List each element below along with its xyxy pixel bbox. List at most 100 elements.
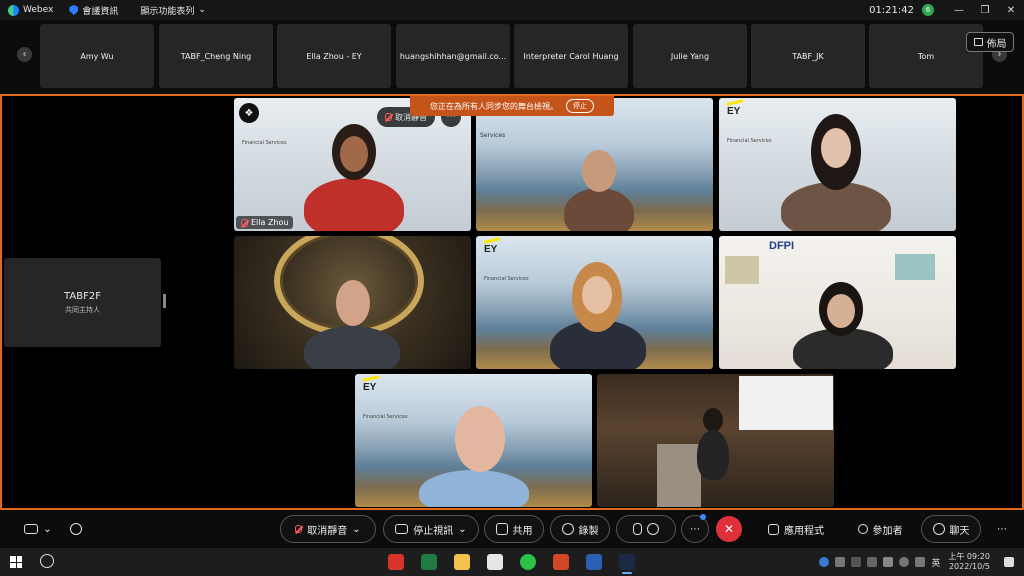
video-tile-participant-2[interactable]: Services (476, 98, 713, 231)
meeting-info-button[interactable]: 會議資訊 (69, 4, 118, 17)
person-head (703, 408, 723, 432)
person-face (340, 136, 368, 172)
taskbar: 英 上午 09:20 2022/10/5 (0, 548, 1024, 576)
camera-icon[interactable] (867, 557, 878, 567)
webex-app-icon[interactable] (619, 554, 635, 574)
help-icon[interactable] (819, 557, 830, 567)
pin-icon[interactable]: ❖ (239, 103, 259, 123)
video-tile-participant-8[interactable] (597, 374, 834, 507)
close-icon: ✕ (723, 522, 735, 536)
show-menu-bar-label: 顯示功能表列 (140, 6, 195, 17)
chat-button[interactable]: 聊天 (921, 515, 981, 543)
video-tile-participant-4[interactable] (234, 236, 471, 369)
close-icon[interactable]: ✕ (998, 0, 1024, 20)
control-bar: ⌄ 取消靜音 ⌄ 停止視訊 ⌄ 共用 錄製 ⋯ ✕ 應用程式 參加者 聊天 ⋯ (0, 510, 1024, 548)
person-head (455, 406, 505, 472)
wifi-icon[interactable] (899, 557, 910, 567)
name-tag-label: Ella Zhou (251, 218, 289, 227)
video-tile-participant-5[interactable]: EY Financial Services (476, 236, 713, 369)
video-tile-ella-zhou[interactable]: ❖ Financial Services Ella Zhou (234, 98, 471, 231)
services-label: Services (480, 132, 506, 139)
captions-button[interactable]: ⌄ (18, 515, 58, 543)
overflow-button[interactable]: ⋯ (992, 515, 1012, 543)
video-tile-participant-3[interactable]: EY Financial Services (719, 98, 956, 231)
microphone-icon[interactable] (851, 557, 862, 567)
share-label: 共用 (512, 525, 533, 537)
host-tile[interactable]: TABF2F 共同主持人 (4, 258, 161, 347)
line-app-icon[interactable] (520, 554, 536, 570)
clock[interactable]: 上午 09:20 2022/10/5 (948, 552, 990, 572)
participant-name: Julie Yang (670, 51, 710, 61)
more-icon: ⋯ (690, 523, 700, 535)
volume-icon[interactable] (915, 557, 926, 567)
word-app-icon[interactable] (586, 554, 602, 570)
excel-app-icon[interactable] (421, 554, 437, 570)
end-call-button[interactable]: ✕ (716, 516, 742, 542)
name-tag: Ella Zhou (236, 216, 294, 229)
show-menu-bar-button[interactable]: 顯示功能表列 ⌄ (140, 4, 206, 17)
apps-grid-icon (768, 523, 779, 535)
stop-video-button[interactable]: 停止視訊 ⌄ (383, 515, 479, 543)
video-tile-participant-6[interactable]: DFPI (719, 236, 956, 369)
sync-stage-banner: 您正在為所有人同步您的舞台檢視。 停止 (410, 96, 614, 116)
system-tray: 英 上午 09:20 2022/10/5 (819, 548, 1024, 576)
unmute-button[interactable]: 取消靜音 ⌄ (280, 515, 376, 543)
strip-prev-icon[interactable]: ‹ (17, 47, 32, 62)
status-badge: 6 (922, 4, 934, 16)
paint-app-icon[interactable] (388, 554, 404, 570)
apps-button[interactable]: 應用程式 (760, 515, 832, 543)
ey-tagline: Financial Services (242, 140, 287, 146)
file-explorer-icon[interactable] (454, 554, 470, 570)
globe-button[interactable] (64, 515, 88, 543)
clock-date: 2022/10/5 (948, 562, 990, 571)
layout-label: 佈局 (986, 38, 1007, 50)
chevron-down-icon: ⌄ (198, 5, 206, 15)
globe-icon (70, 523, 82, 535)
participants-label: 參加者 (872, 525, 903, 537)
meeting-timer: 01:21:42 (869, 4, 914, 16)
chat-bubble-icon (932, 523, 945, 535)
search-icon[interactable] (40, 554, 54, 568)
participant-card[interactable]: Ella Zhou - EY (277, 24, 391, 88)
notification-icon[interactable] (1004, 557, 1014, 567)
powerpoint-app-icon[interactable] (553, 554, 569, 570)
stop-sync-button[interactable]: 停止 (566, 99, 594, 113)
record-button[interactable]: 錄製 (550, 515, 610, 543)
ey-logo: EY (484, 244, 498, 255)
participant-card[interactable]: TABF_Cheng Ning (159, 24, 273, 88)
participants-button[interactable]: 參加者 (848, 515, 912, 543)
ey-logo: EY (727, 106, 741, 117)
meeting-info-label: 會議資訊 (82, 6, 119, 17)
reactions-button[interactable] (616, 515, 676, 543)
resize-handle[interactable] (163, 294, 166, 308)
participant-card[interactable]: Interpreter Carol Huang (514, 24, 628, 88)
minimize-icon[interactable]: — (946, 0, 972, 20)
windows-start-icon[interactable] (10, 556, 22, 568)
chat-label: 聊天 (949, 525, 970, 537)
record-label: 錄製 (578, 525, 599, 537)
participant-name: Ella Zhou - EY (306, 51, 362, 61)
restore-icon[interactable]: ❐ (972, 0, 998, 20)
participant-card[interactable]: huangshihhan@gmail.co... (396, 24, 510, 88)
app-title: Webex (8, 4, 53, 16)
participant-card[interactable]: Julie Yang (633, 24, 747, 88)
apps-label: 應用程式 (784, 525, 824, 537)
battery-icon[interactable] (883, 557, 894, 567)
participant-card[interactable]: TABF_JK (751, 24, 865, 88)
video-camera-icon (395, 524, 409, 534)
person-body (304, 326, 400, 369)
share-button[interactable]: 共用 (484, 515, 544, 543)
mic-muted-icon (385, 113, 392, 121)
share-icon (495, 523, 508, 535)
video-tile-participant-7[interactable]: EY Financial Services (355, 374, 592, 507)
unmute-label: 取消靜音 (307, 525, 348, 537)
ey-logo: EY (363, 382, 377, 393)
notification-dot (700, 514, 706, 520)
ime-indicator[interactable]: 英 (931, 556, 940, 569)
cloud-icon[interactable] (835, 557, 846, 567)
ey-tagline: Financial Services (363, 414, 408, 420)
participant-card[interactable]: Amy Wu (40, 24, 154, 88)
person-body (304, 178, 404, 231)
apps-tiles-icon[interactable] (487, 554, 503, 570)
layout-button[interactable]: 佈局 (966, 32, 1014, 52)
